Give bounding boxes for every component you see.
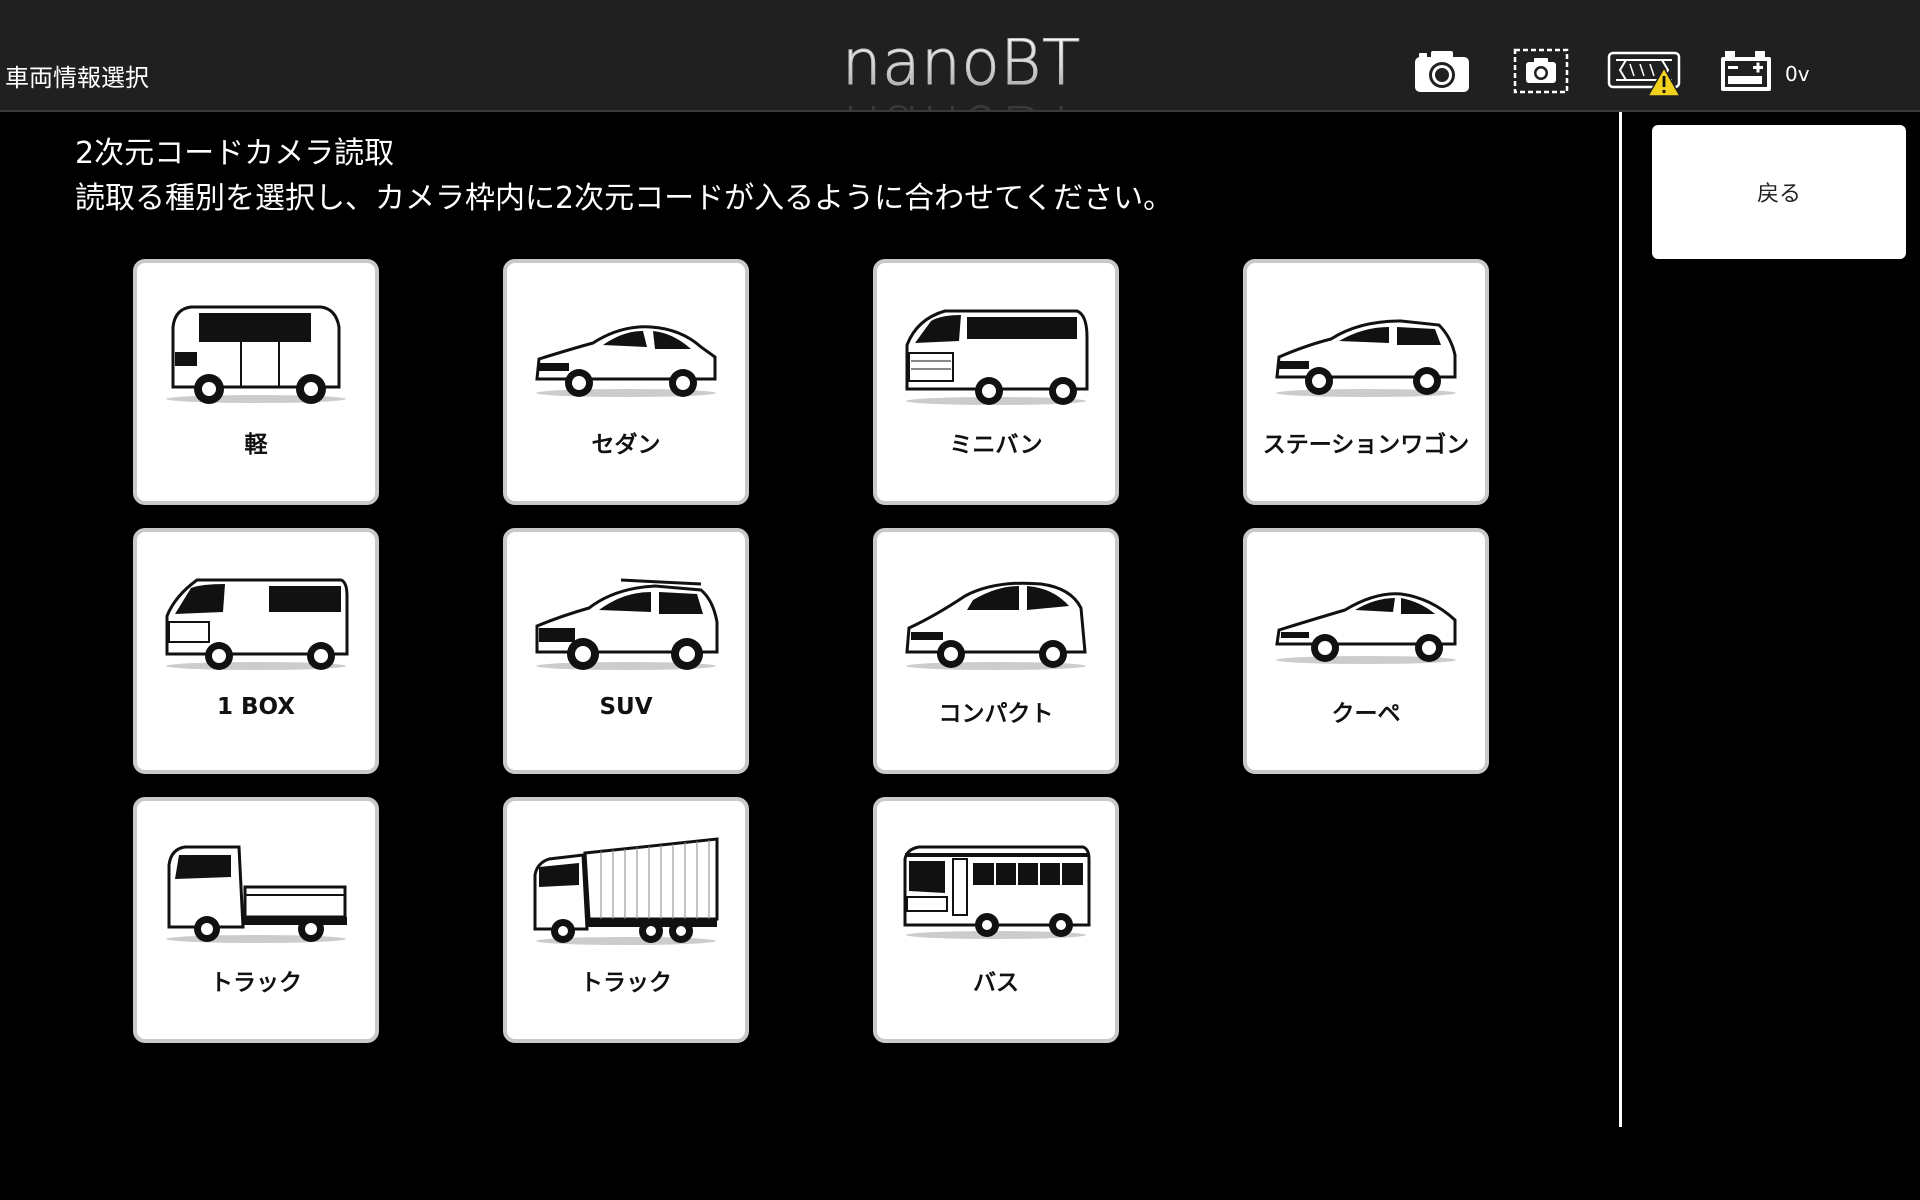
back-button-label: 戻る xyxy=(1756,182,1801,207)
large-truck-icon xyxy=(533,837,719,945)
tile-label: SUV xyxy=(599,694,653,720)
vehicle-type-large-truck[interactable]: トラック xyxy=(503,797,749,1043)
small-truck-icon xyxy=(166,845,347,943)
camera-icon[interactable] xyxy=(1413,48,1471,94)
tile-label: バス xyxy=(973,970,1019,996)
tile-label: 軽 xyxy=(244,432,268,458)
tile-label: クーペ xyxy=(1331,701,1401,727)
kei-car-icon xyxy=(166,305,346,404)
minivan-icon xyxy=(905,309,1089,405)
tile-label: トラック xyxy=(210,970,302,996)
vehicle-type-coupe[interactable]: クーペ xyxy=(1243,528,1489,774)
sedan-icon xyxy=(535,325,717,397)
vehicle-type-sedan[interactable]: セダン xyxy=(503,259,749,505)
suv-icon xyxy=(535,578,719,670)
vehicle-warning-icon[interactable] xyxy=(1606,48,1686,98)
back-button[interactable]: 戻る xyxy=(1652,125,1906,259)
tile-label: トラック xyxy=(580,970,672,996)
vehicle-type-station-wagon[interactable]: ステーションワゴン xyxy=(1243,259,1489,505)
vehicle-type-compact[interactable]: コンパクト xyxy=(873,528,1119,774)
instruction-title: 2次元コードカメラ読取 xyxy=(75,136,395,171)
station-wagon-icon xyxy=(1275,319,1457,397)
vehicle-type-minivan[interactable]: ミニバン xyxy=(873,259,1119,505)
vehicle-type-1box[interactable]: 1 BOX xyxy=(133,528,379,774)
tile-label: コンパクト xyxy=(938,701,1054,727)
screen-title: 車両情報選択 xyxy=(5,64,149,92)
panel-divider xyxy=(1619,112,1622,1127)
app-logo-reflection: nanoBT xyxy=(842,96,1072,110)
tile-label: 1 BOX xyxy=(216,694,295,720)
compact-car-icon xyxy=(905,581,1087,670)
battery-icon xyxy=(1721,51,1771,91)
coupe-icon xyxy=(1275,592,1457,664)
bus-icon xyxy=(903,845,1091,939)
vehicle-type-suv[interactable]: SUV xyxy=(503,528,749,774)
app-logo: nanoBT xyxy=(842,26,1081,99)
vehicle-type-kei[interactable]: 軽 xyxy=(133,259,379,505)
tile-label: ステーションワゴン xyxy=(1262,432,1470,458)
vehicle-type-bus[interactable]: バス xyxy=(873,797,1119,1043)
tile-label: ミニバン xyxy=(949,432,1043,458)
header-bar: 車両情報選択 nanoBT nanoBT xyxy=(0,0,1920,112)
one-box-van-icon xyxy=(165,578,349,670)
battery-voltage: 0v xyxy=(1785,62,1810,86)
vehicle-type-small-truck[interactable]: トラック xyxy=(133,797,379,1043)
tile-label: セダン xyxy=(591,432,661,458)
camera-frame-icon[interactable] xyxy=(1513,48,1569,94)
instruction-text: 読取る種別を選択し、カメラ枠内に2次元コードが入るように合わせてください。 xyxy=(75,181,1174,216)
